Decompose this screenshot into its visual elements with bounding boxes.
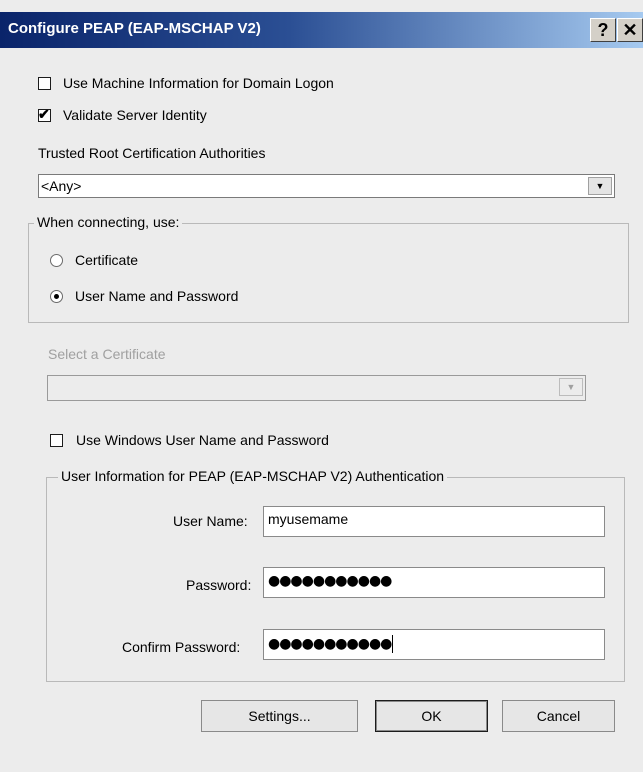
username-password-radio[interactable] bbox=[50, 290, 63, 303]
select-certificate-label: Select a Certificate bbox=[48, 346, 166, 362]
select-certificate-dropdown[interactable]: ▼ bbox=[47, 375, 586, 401]
trusted-root-label: Trusted Root Certification Authorities bbox=[38, 145, 266, 161]
machine-info-label: Use Machine Information for Domain Logon bbox=[63, 75, 334, 91]
confirm-password-value: ●●●●●●●●●●● bbox=[268, 636, 392, 652]
password-field[interactable]: ●●●●●●●●●●● bbox=[263, 567, 605, 598]
certificate-radio[interactable] bbox=[50, 254, 63, 267]
certificate-radio-label: Certificate bbox=[75, 252, 139, 268]
user-info-title: User Information for PEAP (EAP-MSCHAP V2… bbox=[58, 468, 448, 484]
confirm-password-field[interactable]: ●●●●●●●●●●● bbox=[263, 629, 605, 660]
password-label: Password: bbox=[186, 577, 252, 593]
title-bar: Configure PEAP (EAP-MSCHAP V2) ? ✕ bbox=[0, 12, 643, 48]
ok-button[interactable]: OK bbox=[375, 700, 488, 732]
checkmark-icon: ✔ bbox=[38, 106, 50, 122]
when-connecting-title: When connecting, use: bbox=[34, 214, 183, 230]
chevron-down-icon[interactable]: ▼ bbox=[559, 378, 583, 396]
username-field[interactable]: myusemame bbox=[263, 506, 605, 537]
windows-creds-checkbox[interactable] bbox=[50, 434, 63, 447]
validate-server-label: Validate Server Identity bbox=[63, 107, 207, 123]
confirm-password-label: Confirm Password: bbox=[122, 639, 241, 655]
username-label: User Name: bbox=[173, 513, 248, 529]
username-password-radio-label: User Name and Password bbox=[75, 288, 239, 304]
help-button[interactable]: ? bbox=[590, 18, 616, 42]
radio-selected-dot bbox=[54, 294, 59, 299]
validate-server-checkbox[interactable]: ✔ bbox=[38, 106, 51, 122]
close-button[interactable]: ✕ bbox=[617, 18, 643, 42]
configure-peap-dialog: Configure PEAP (EAP-MSCHAP V2) ? ✕ Use M… bbox=[0, 0, 643, 772]
close-icon: ✕ bbox=[622, 20, 638, 40]
cancel-button[interactable]: Cancel bbox=[502, 700, 615, 732]
windows-creds-label: Use Windows User Name and Password bbox=[76, 432, 329, 448]
when-connecting-group bbox=[28, 223, 629, 323]
text-caret bbox=[392, 635, 394, 653]
chevron-down-icon[interactable]: ▼ bbox=[588, 177, 612, 195]
settings-button[interactable]: Settings... bbox=[201, 700, 358, 732]
trusted-root-dropdown[interactable]: <Any> ▼ bbox=[38, 174, 615, 198]
machine-info-checkbox[interactable] bbox=[38, 77, 51, 90]
window-title: Configure PEAP (EAP-MSCHAP V2) bbox=[8, 20, 261, 37]
help-icon: ? bbox=[597, 20, 609, 40]
trusted-root-value: <Any> bbox=[41, 178, 82, 194]
